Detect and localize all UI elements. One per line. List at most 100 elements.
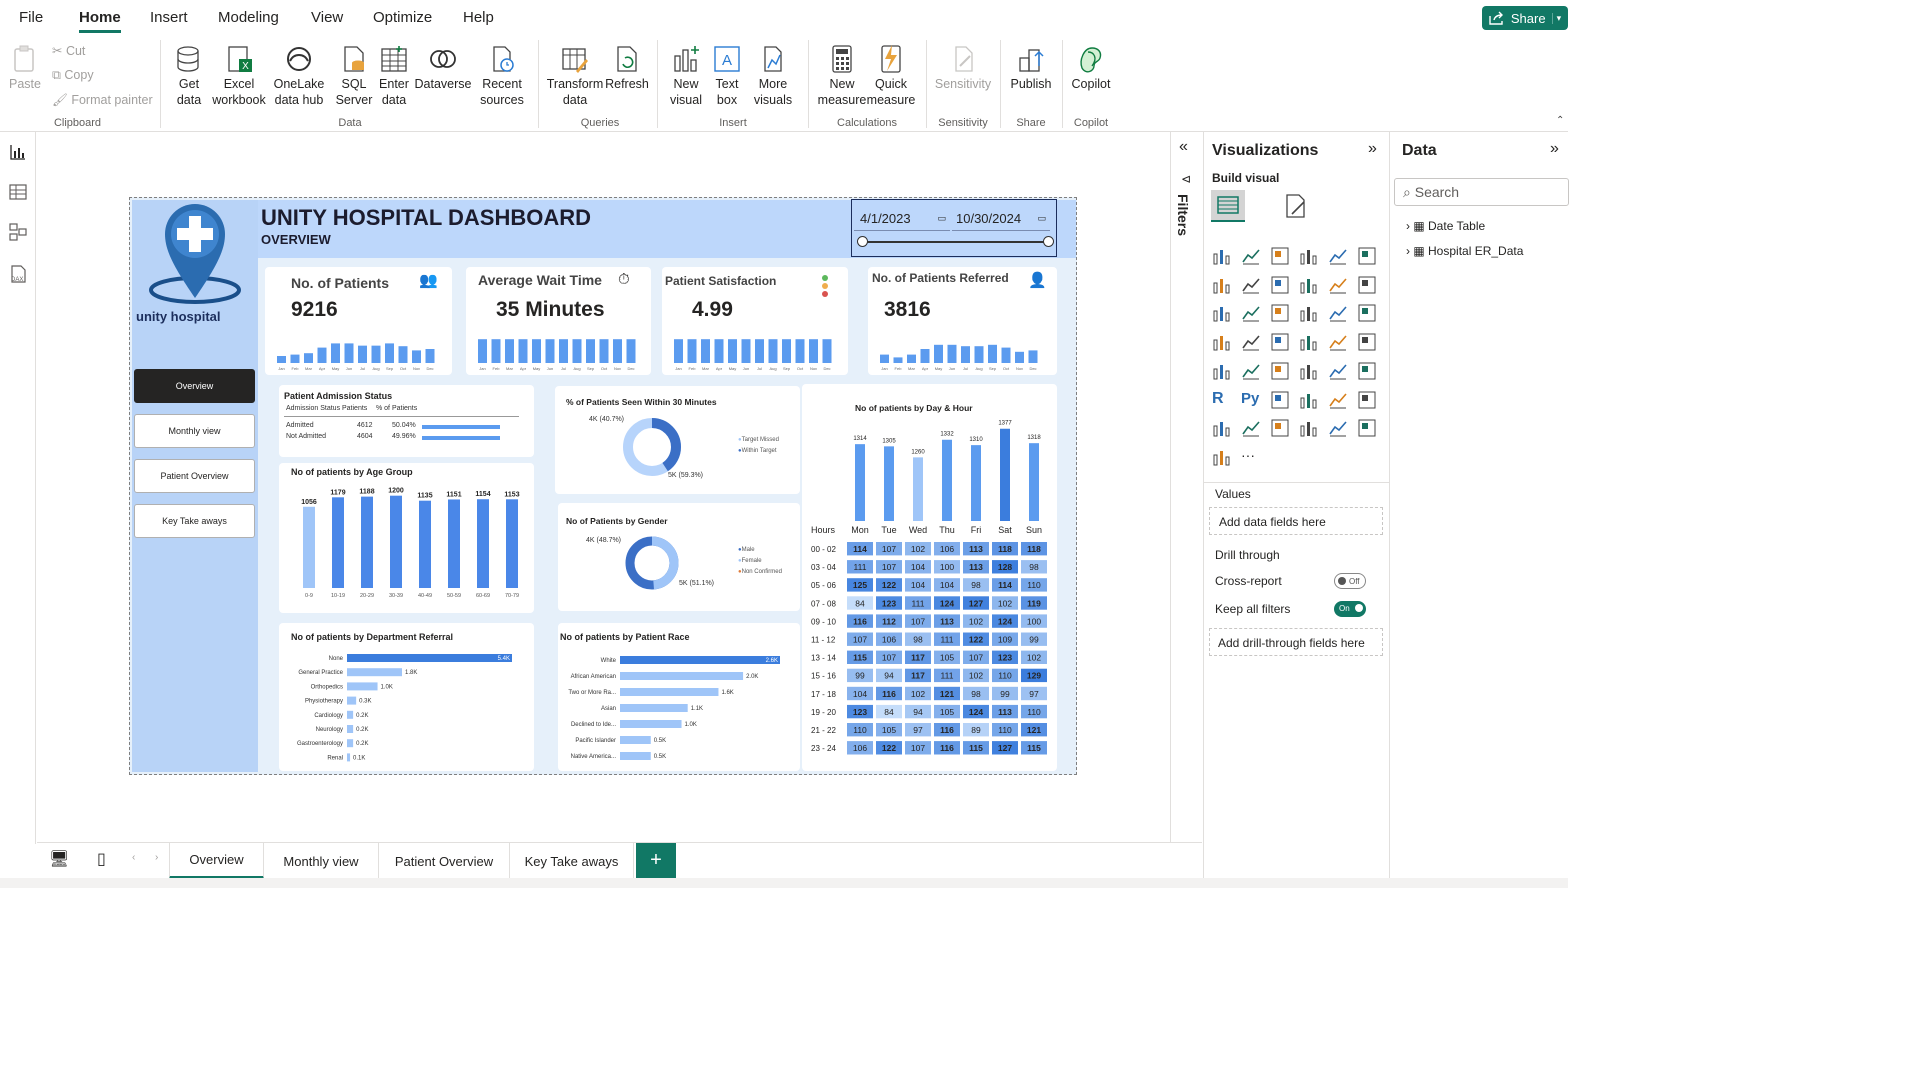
expand-double-chevron-icon[interactable]: « [1179, 138, 1188, 156]
table-item-hospital[interactable]: › ▦ Hospital ER_Data [1406, 244, 1523, 258]
nav-overview-button[interactable]: Overview [134, 369, 255, 403]
collapse-double-chevron-icon[interactable]: » [1368, 140, 1377, 158]
smart-narrative-icon[interactable] [1357, 390, 1379, 412]
clustered-bar-icon[interactable] [1270, 246, 1292, 268]
funnel-icon[interactable] [1270, 303, 1292, 325]
gauge-icon[interactable] [1357, 332, 1379, 354]
key-influencers-icon[interactable] [1270, 390, 1292, 412]
slider-handle-end[interactable] [1043, 236, 1054, 247]
text-box-button[interactable]: A Text box [710, 44, 744, 108]
add-data-fields-well[interactable]: Add data fields here [1209, 507, 1383, 535]
date-start-input[interactable]: 4/1/2023 ▭ [854, 205, 950, 231]
nav-key-takeaways-button[interactable]: Key Take aways [134, 504, 255, 538]
ribbon-icon[interactable] [1299, 275, 1321, 297]
menu-file[interactable]: File [19, 9, 43, 26]
paste-button[interactable]: Paste [6, 44, 44, 92]
quick-measure-button[interactable]: Quick measure [866, 44, 916, 108]
sensitivity-button[interactable]: Sensitivity [934, 44, 992, 92]
tab-patient-overview[interactable]: Patient Overview [379, 843, 510, 879]
100-bar-icon[interactable] [1328, 246, 1350, 268]
tab-monthly-view[interactable]: Monthly view [264, 843, 379, 879]
menu-insert[interactable]: Insert [150, 9, 188, 26]
format-visual-icon[interactable] [1282, 192, 1310, 220]
table-view-icon[interactable] [8, 182, 28, 202]
filled-map-icon[interactable] [1270, 332, 1292, 354]
cross-report-toggle[interactable]: Off [1334, 573, 1366, 589]
chevron-icon[interactable] [1212, 447, 1234, 469]
publish-button[interactable]: Publish [1008, 44, 1054, 92]
stacked-bar-icon[interactable] [1212, 246, 1234, 268]
dax-query-view-icon[interactable]: DAX [8, 264, 28, 284]
copy-button[interactable]: ⧉ Copy [52, 68, 94, 83]
date-end-input[interactable]: 10/30/2024 ▭ [952, 205, 1050, 231]
area-icon[interactable] [1241, 275, 1263, 297]
menu-modeling[interactable]: Modeling [218, 9, 279, 26]
report-view-icon[interactable] [8, 142, 28, 162]
table-icon[interactable] [1328, 361, 1350, 383]
python-visual-icon[interactable]: Py [1241, 390, 1263, 412]
map-icon[interactable] [1241, 332, 1263, 354]
new-visual-button[interactable]: New visual [666, 44, 706, 108]
format-painter-button[interactable]: 🖌 Format painter [52, 93, 153, 108]
stacked-area-icon[interactable] [1270, 275, 1292, 297]
stacked-column-icon[interactable] [1241, 246, 1263, 268]
multi-row-card-icon[interactable] [1241, 361, 1263, 383]
shape-map-icon[interactable] [1299, 332, 1321, 354]
menu-home[interactable]: Home [79, 9, 121, 33]
power-automate-icon[interactable] [1328, 418, 1350, 440]
mobile-layout-icon[interactable]: ▯ [97, 849, 106, 869]
card-icon[interactable] [1212, 361, 1234, 383]
recent-sources-button[interactable]: Recent sources [476, 44, 528, 108]
scatter-icon[interactable] [1299, 303, 1321, 325]
transform-data-button[interactable]: Transform data [546, 44, 604, 108]
tab-scroll-right-icon[interactable]: › [155, 852, 158, 863]
add-drill-through-well[interactable]: Add drill-through fields here [1209, 628, 1383, 656]
enter-data-button[interactable]: Enter data [377, 44, 411, 108]
sql-server-button[interactable]: SQL Server [333, 44, 375, 108]
paginated-icon[interactable] [1241, 418, 1263, 440]
card-new-icon[interactable] [1270, 418, 1292, 440]
collapse-double-chevron-icon[interactable]: » [1550, 140, 1559, 158]
trophy-icon[interactable] [1212, 418, 1234, 440]
dataverse-button[interactable]: Dataverse [414, 44, 472, 92]
line-clustered-icon[interactable] [1212, 303, 1234, 325]
menu-optimize[interactable]: Optimize [373, 9, 432, 26]
desktop-layout-icon[interactable]: 🖥 [49, 849, 69, 869]
more-visuals-button[interactable]: More visuals [748, 44, 798, 108]
new-measure-button[interactable]: New measure [816, 44, 868, 108]
power-apps-icon[interactable] [1299, 418, 1321, 440]
combo-icon[interactable] [1241, 303, 1263, 325]
model-view-icon[interactable] [8, 222, 28, 242]
waterfall-icon[interactable] [1328, 275, 1350, 297]
share-button[interactable]: Share ▾ [1482, 6, 1568, 30]
kpi-icon[interactable] [1270, 361, 1292, 383]
tab-scroll-left-icon[interactable]: ‹ [132, 852, 135, 863]
azure-map-icon[interactable] [1328, 332, 1350, 354]
nav-patient-overview-button[interactable]: Patient Overview [134, 459, 255, 493]
line-column-icon[interactable] [1357, 275, 1379, 297]
date-range-slicer[interactable]: 4/1/2023 ▭ 10/30/2024 ▭ [851, 199, 1057, 257]
tab-key-takeaways[interactable]: Key Take aways [510, 843, 634, 879]
qa-icon[interactable] [1328, 390, 1350, 412]
line-icon[interactable] [1212, 275, 1234, 297]
matrix-icon[interactable] [1357, 361, 1379, 383]
copilot-button[interactable]: Copilot [1068, 44, 1114, 92]
keep-filters-toggle[interactable]: On [1334, 601, 1366, 617]
slider-handle-start[interactable] [857, 236, 868, 247]
table-item-date[interactable]: › ▦ Date Table [1406, 219, 1485, 233]
pie-icon[interactable] [1328, 303, 1350, 325]
excel-workbook-button[interactable]: X Excel workbook [210, 44, 268, 108]
treemap-icon[interactable] [1212, 332, 1234, 354]
build-visual-tab[interactable] [1211, 190, 1245, 222]
filters-label[interactable]: Filters [1175, 194, 1191, 236]
100-column-icon[interactable] [1357, 246, 1379, 268]
refresh-button[interactable]: Refresh [604, 44, 650, 92]
decomposition-tree-icon[interactable] [1299, 390, 1321, 412]
data-search-input[interactable]: ⌕ Search [1394, 178, 1569, 206]
get-data-button[interactable]: Get data [168, 44, 210, 108]
clustered-column-icon[interactable] [1299, 246, 1321, 268]
menu-help[interactable]: Help [463, 9, 494, 26]
add-page-button[interactable]: + [636, 843, 676, 879]
slicer-icon[interactable] [1299, 361, 1321, 383]
tab-overview[interactable]: Overview [169, 843, 264, 879]
